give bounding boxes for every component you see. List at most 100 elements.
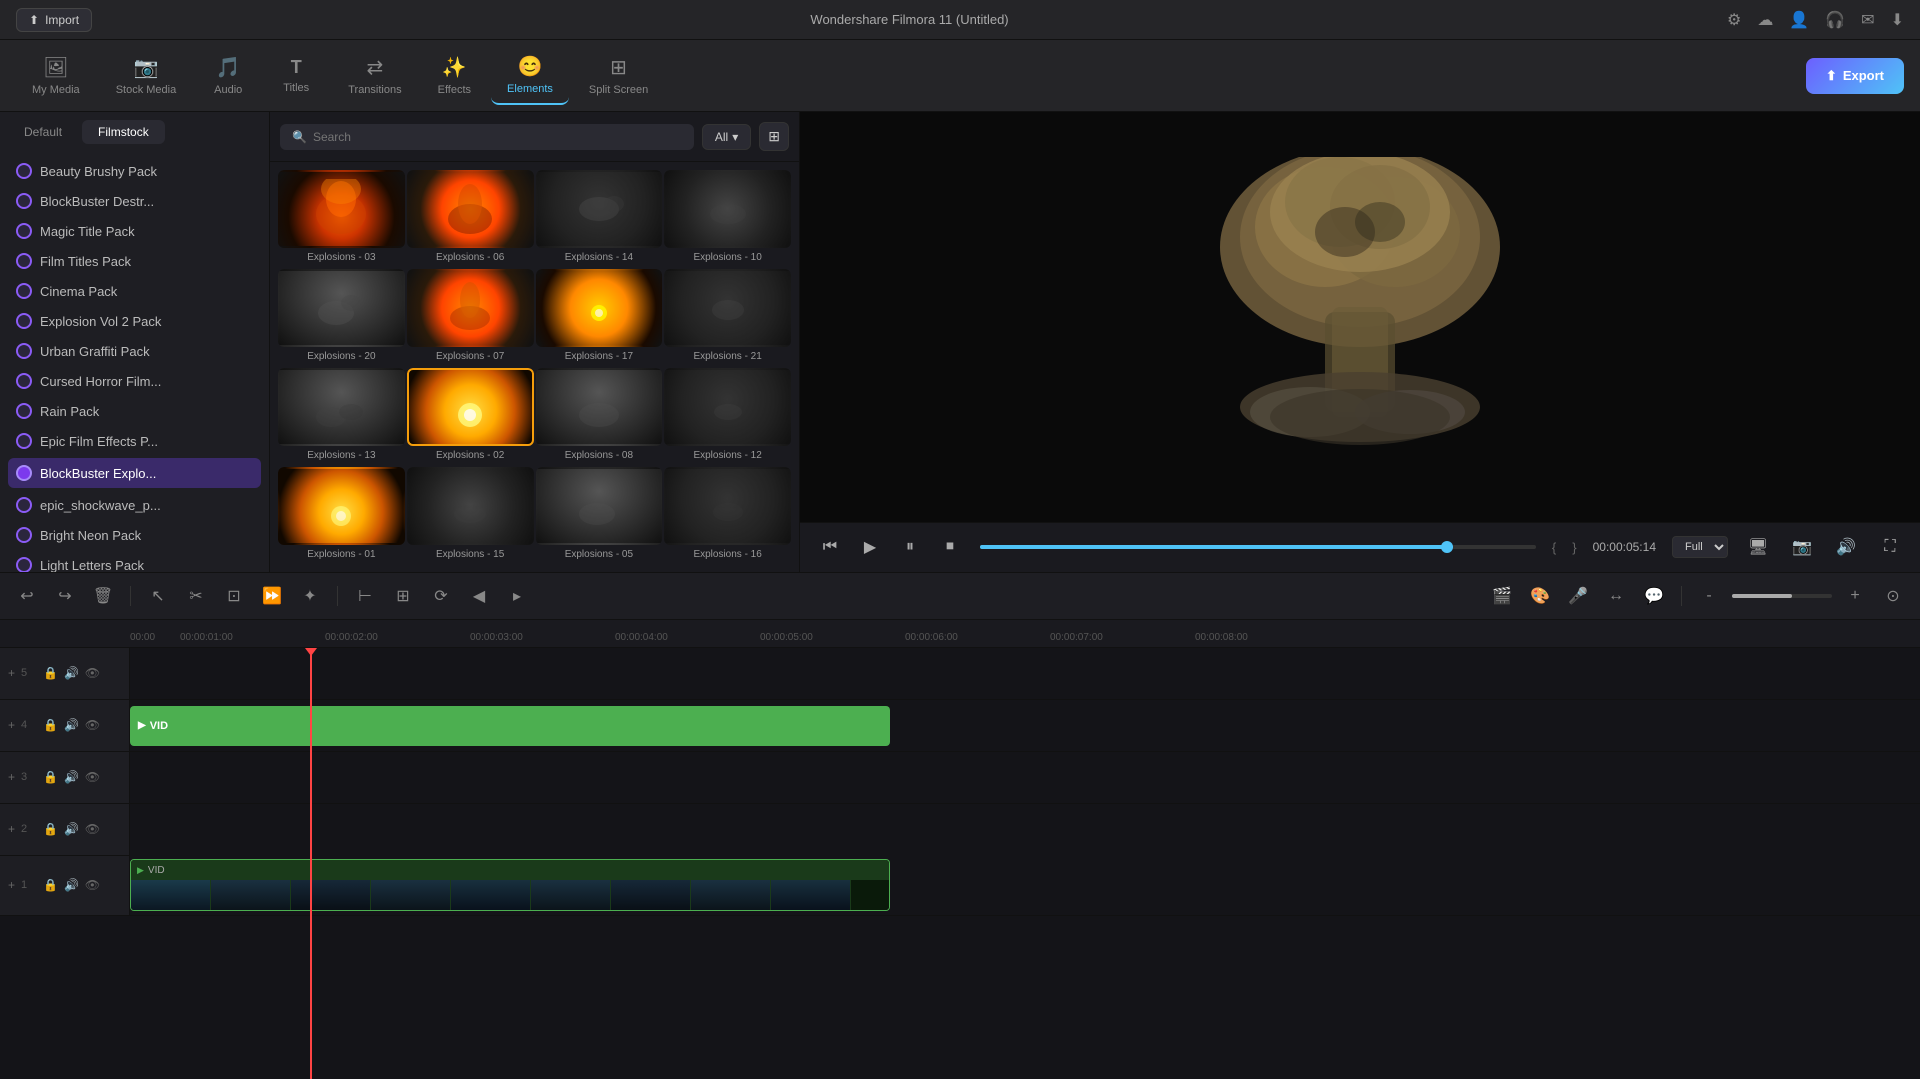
eye-icon[interactable]: 👁 — [85, 822, 100, 836]
progress-bar[interactable] — [980, 545, 1536, 549]
delete-button[interactable]: 🗑 — [88, 581, 118, 611]
cloud-icon[interactable]: ☁ — [1757, 10, 1773, 30]
grid-item-exp02[interactable]: Explosions - 02 — [407, 368, 534, 465]
lock-icon[interactable]: 🔒 — [43, 718, 58, 732]
grid-item-exp01[interactable]: Explosions - 01 — [278, 467, 405, 564]
grid-item-exp20[interactable]: Explosions - 20 — [278, 269, 405, 366]
tab-stock-media[interactable]: 📷 Stock Media — [100, 47, 193, 104]
pause-button[interactable]: ⏸ — [896, 533, 924, 561]
rotate-button[interactable]: ⟳ — [426, 581, 456, 611]
forward-button[interactable]: ▸ — [502, 581, 532, 611]
volume-button[interactable]: 🔊 — [1832, 533, 1860, 561]
eye-icon[interactable]: 👁 — [85, 878, 100, 892]
rewind-button[interactable]: ⏮ — [816, 533, 844, 561]
track-add-icon[interactable]: + — [8, 666, 15, 680]
tab-transitions[interactable]: ⇄ Transitions — [332, 47, 417, 104]
eye-icon[interactable]: 👁 — [85, 718, 100, 732]
track-area-1[interactable]: ▶ VID — [130, 855, 1920, 915]
audio-track-icon[interactable]: 🔊 — [64, 718, 79, 732]
sidebar-item-light-letters[interactable]: Light Letters Pack — [0, 550, 269, 572]
grid-item-exp16[interactable]: Explosions - 16 — [664, 467, 791, 564]
grid-item-exp06[interactable]: Explosions - 06 — [407, 170, 534, 267]
split-button[interactable]: ⊢ — [350, 581, 380, 611]
track-add-icon[interactable]: + — [8, 718, 15, 732]
select-button[interactable]: ↖ — [143, 581, 173, 611]
crop-button[interactable]: ⊡ — [219, 581, 249, 611]
track-area-4[interactable]: ▶ VID — [130, 700, 1920, 751]
zoom-slider[interactable] — [1732, 594, 1832, 598]
tab-my-media[interactable]: 🖼 My Media — [16, 47, 96, 104]
track-add-icon[interactable]: + — [8, 878, 15, 892]
tab-audio[interactable]: 🎵 Audio — [196, 47, 260, 104]
sidebar-item-blockbuster-explo[interactable]: BlockBuster Explo... — [8, 458, 261, 488]
settings-icon[interactable]: ⚙ — [1727, 10, 1741, 30]
sidebar-item-explosion-vol2[interactable]: Explosion Vol 2 Pack — [0, 306, 269, 336]
color-button[interactable]: 🎨 — [1525, 581, 1555, 611]
grid-item-exp10[interactable]: Explosions - 10 — [664, 170, 791, 267]
sidebar-item-cinema[interactable]: Cinema Pack — [0, 276, 269, 306]
sidebar-item-epic-film[interactable]: Epic Film Effects P... — [0, 426, 269, 456]
sidebar-item-magic-title[interactable]: Magic Title Pack — [0, 216, 269, 246]
speed-button[interactable]: ⏩ — [257, 581, 287, 611]
play-button[interactable]: ▶ — [856, 533, 884, 561]
account-icon[interactable]: 👤 — [1789, 10, 1809, 30]
fullscreen-button[interactable]: ⛶ — [1876, 533, 1904, 561]
lock-icon[interactable]: 🔒 — [43, 770, 58, 784]
transitions-panel-button[interactable]: ↔ — [1601, 581, 1631, 611]
quality-select[interactable]: Full 1/2 1/4 — [1672, 536, 1728, 558]
audio-track-icon[interactable]: 🔊 — [64, 666, 79, 680]
grid-item-exp17[interactable]: Explosions - 17 — [536, 269, 663, 366]
tab-split-screen[interactable]: ⊞ Split Screen — [573, 47, 664, 104]
audio-track-icon[interactable]: 🔊 — [64, 822, 79, 836]
fit-button[interactable]: ⊙ — [1878, 581, 1908, 611]
import-button[interactable]: ⬆ Import — [16, 8, 92, 32]
sidebar-item-urban-graffiti[interactable]: Urban Graffiti Pack — [0, 336, 269, 366]
track-add-icon[interactable]: + — [8, 770, 15, 784]
audio-track-icon[interactable]: 🔊 — [64, 770, 79, 784]
eye-icon[interactable]: 👁 — [85, 770, 100, 784]
audio-track-icon[interactable]: 🔊 — [64, 878, 79, 892]
filter-button[interactable]: All ▾ — [702, 124, 751, 150]
grid-item-exp21[interactable]: Explosions - 21 — [664, 269, 791, 366]
lock-icon[interactable]: 🔒 — [43, 878, 58, 892]
audio-panel-button[interactable]: 🎤 — [1563, 581, 1593, 611]
sidebar-item-film-titles[interactable]: Film Titles Pack — [0, 246, 269, 276]
back-button[interactable]: ◀ — [464, 581, 494, 611]
eye-icon[interactable]: 👁 — [85, 666, 100, 680]
captions-button[interactable]: 💬 — [1639, 581, 1669, 611]
track-clip-vid1[interactable]: ▶ VID — [130, 859, 890, 911]
magic-button[interactable]: ✦ — [295, 581, 325, 611]
track-clip-vid4[interactable]: ▶ VID — [130, 706, 890, 746]
undo-button[interactable]: ↩ — [12, 581, 42, 611]
stop-button[interactable]: ⏹ — [936, 533, 964, 561]
lock-icon[interactable]: 🔒 — [43, 666, 58, 680]
tab-titles[interactable]: T Titles — [264, 49, 328, 102]
sidebar-item-bright-neon[interactable]: Bright Neon Pack — [0, 520, 269, 550]
zoom-in-button[interactable]: + — [1840, 581, 1870, 611]
grid-item-exp07[interactable]: Explosions - 07 — [407, 269, 534, 366]
track-area-5[interactable] — [130, 648, 1920, 699]
grid-item-exp12[interactable]: Explosions - 12 — [664, 368, 791, 465]
zoom-out-button[interactable]: - — [1694, 581, 1724, 611]
tab-filmstock[interactable]: Filmstock — [82, 120, 165, 144]
sidebar-item-cursed-horror[interactable]: Cursed Horror Film... — [0, 366, 269, 396]
tab-effects[interactable]: ✨ Effects — [422, 47, 487, 104]
export-button[interactable]: ⬆ Export — [1806, 58, 1904, 94]
tab-elements[interactable]: 😊 Elements — [491, 46, 569, 105]
download-icon[interactable]: ⬇ — [1891, 10, 1904, 30]
grid-item-exp05[interactable]: Explosions - 05 — [536, 467, 663, 564]
grid-item-exp03[interactable]: Explosions - 03 — [278, 170, 405, 267]
sidebar-item-epic-shockwave[interactable]: epic_shockwave_p... — [0, 490, 269, 520]
track-add-icon[interactable]: + — [8, 822, 15, 836]
tab-default[interactable]: Default — [8, 120, 78, 144]
snapshot-button[interactable]: 📷 — [1788, 533, 1816, 561]
grid-item-exp13[interactable]: Explosions - 13 — [278, 368, 405, 465]
trim-button[interactable]: ✂ — [181, 581, 211, 611]
redo-button[interactable]: ↪ — [50, 581, 80, 611]
grid-item-exp14[interactable]: Explosions - 14 — [536, 170, 663, 267]
search-input[interactable] — [313, 130, 682, 144]
effects-panel-button[interactable]: 🎬 — [1487, 581, 1517, 611]
monitor-button[interactable]: 🖥 — [1744, 533, 1772, 561]
group-button[interactable]: ⊞ — [388, 581, 418, 611]
lock-icon[interactable]: 🔒 — [43, 822, 58, 836]
